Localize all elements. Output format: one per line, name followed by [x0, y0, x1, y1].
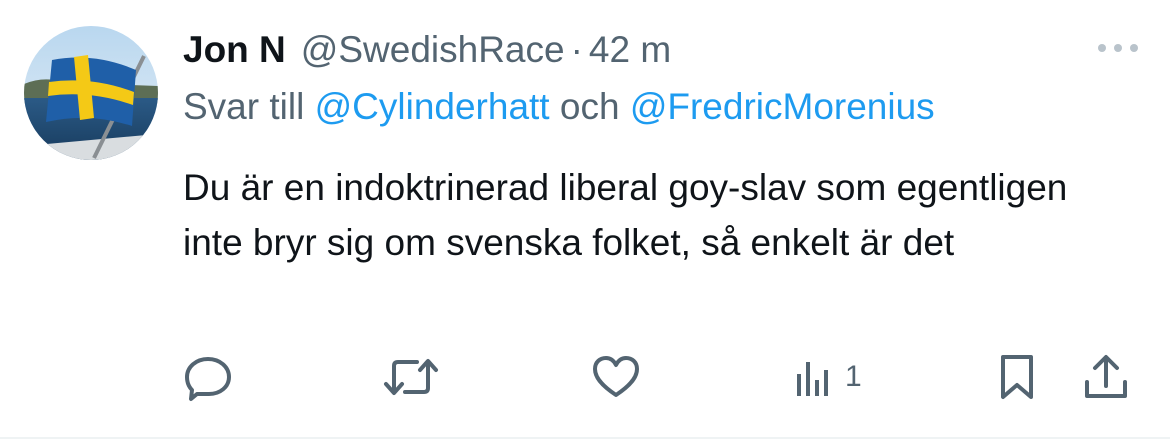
avatar[interactable]: [24, 26, 158, 160]
reply-context: Svar till @Cylinderhatt och @FredricMore…: [183, 86, 935, 128]
views-button[interactable]: 1: [793, 350, 862, 404]
reply-icon: [185, 357, 231, 401]
like-button[interactable]: [591, 350, 641, 404]
swedish-flag-avatar-icon: [24, 26, 158, 160]
retweet-icon: [384, 359, 438, 395]
views-count: 1: [845, 360, 862, 393]
share-icon: [1085, 355, 1127, 398]
separator-dot: ·: [570, 29, 583, 70]
reply-button[interactable]: [183, 350, 233, 404]
bookmark-icon: [1001, 355, 1033, 399]
more-horizontal-icon: [1098, 44, 1138, 52]
bookmark-button[interactable]: [995, 350, 1039, 404]
timestamp[interactable]: 42 m: [589, 29, 671, 71]
tweet[interactable]: Jon N @SwedishRace · 42 m Svar till @Cyl…: [0, 0, 1170, 439]
views-icon: [797, 362, 828, 396]
reply-prefix: Svar till: [183, 86, 305, 127]
action-bar: 1: [183, 350, 1143, 404]
author-handle[interactable]: @SwedishRace: [301, 29, 565, 71]
share-button[interactable]: [1081, 350, 1131, 404]
retweet-button[interactable]: [383, 350, 439, 404]
tweet-text: Du är en indoktrinerad liberal goy-slav …: [183, 167, 1068, 263]
mention-link[interactable]: @FredricMorenius: [630, 86, 935, 127]
tweet-header: Jon N @SwedishRace · 42 m: [183, 26, 671, 74]
author-display-name[interactable]: Jon N: [183, 29, 286, 71]
reply-conjunction: och: [559, 86, 620, 127]
mention-link[interactable]: @Cylinderhatt: [315, 86, 550, 127]
more-options-button[interactable]: [1096, 38, 1140, 58]
heart-icon: [593, 356, 639, 397]
